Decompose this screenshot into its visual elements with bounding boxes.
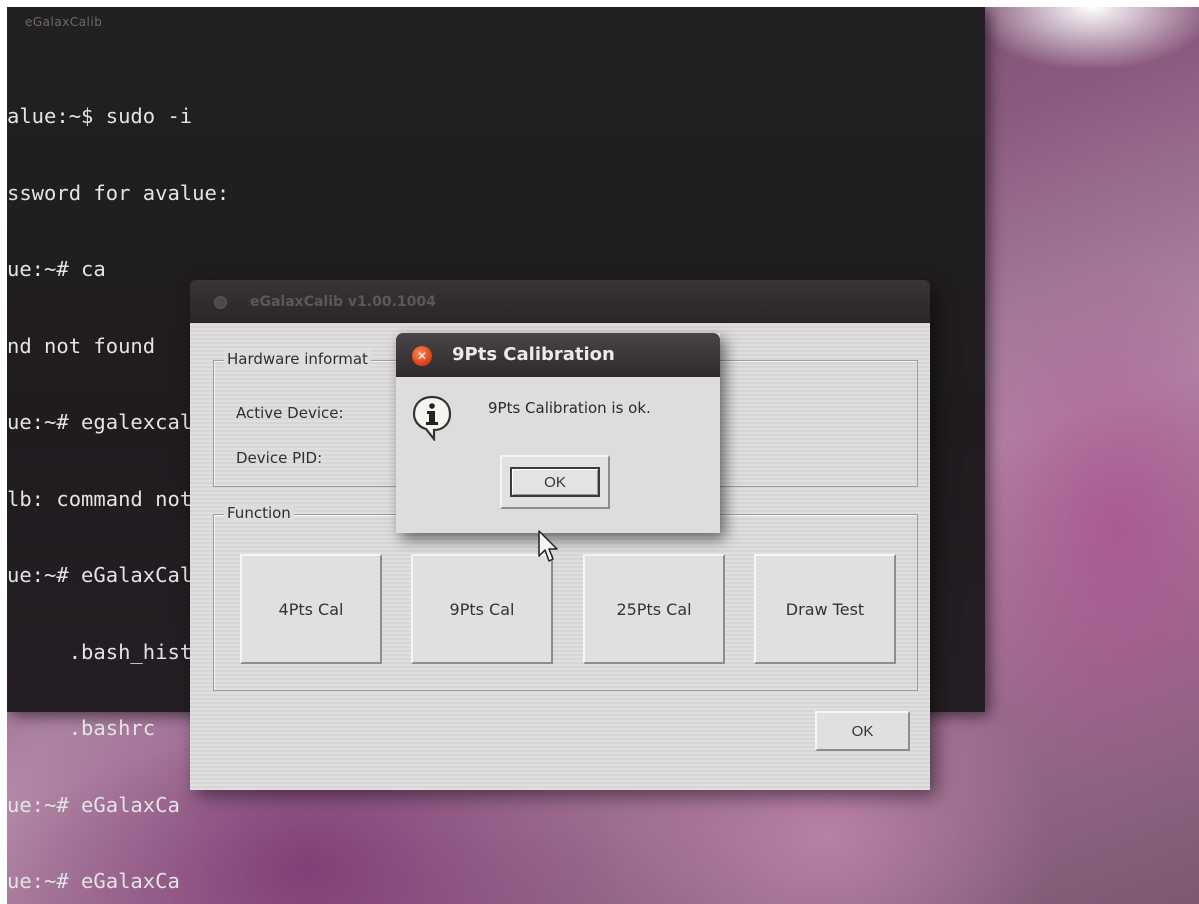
dialog-message: 9Pts Calibration is ok. [488,399,651,417]
calib-titlebar[interactable]: eGalaxCalib v1.00.1004 [190,280,930,323]
9pts-cal-button[interactable]: 9Pts Cal [411,554,553,664]
calib-window-title: eGalaxCalib v1.00.1004 [250,294,436,310]
mouse-pointer-icon [538,530,558,562]
info-icon [412,395,452,441]
4pts-cal-button[interactable]: 4Pts Cal [240,554,382,664]
device-pid-label: Device PID: [236,449,323,467]
terminal-line: ssword for avalue: [7,180,230,205]
terminal-line: alue:~$ sudo -i [7,104,193,128]
dialog-ok-frame: OK [500,455,610,509]
dialog-title: 9Pts Calibration [452,344,615,365]
terminal-line: ue:~# eGalaxCa [7,792,180,817]
draw-test-button[interactable]: Draw Test [754,554,896,664]
screen-glare [977,7,1199,67]
terminal-line: ue:~# eGalaxCa [7,869,180,893]
dialog-ok-button[interactable]: OK [510,467,600,497]
terminal-title: eGalaxCalib [25,15,103,29]
terminal-line: ue:~# ca [7,257,106,281]
close-icon[interactable] [214,296,227,309]
dialog-titlebar[interactable]: ✕ 9Pts Calibration [396,333,720,377]
hardware-info-legend: Hardware informat [224,350,371,368]
function-group: Function 4Pts Cal 9Pts Cal 25Pts Cal Dra… [213,504,918,691]
dialog-body: 9Pts Calibration is ok. OK [396,377,720,533]
close-icon[interactable]: ✕ [412,346,432,366]
active-device-label: Active Device: [236,404,344,422]
25pts-cal-button[interactable]: 25Pts Cal [583,554,725,664]
calib-ok-button[interactable]: OK [815,711,910,751]
function-legend: Function [224,504,294,522]
calibration-dialog: ✕ 9Pts Calibration 9Pts Calibration is o… [396,333,720,533]
